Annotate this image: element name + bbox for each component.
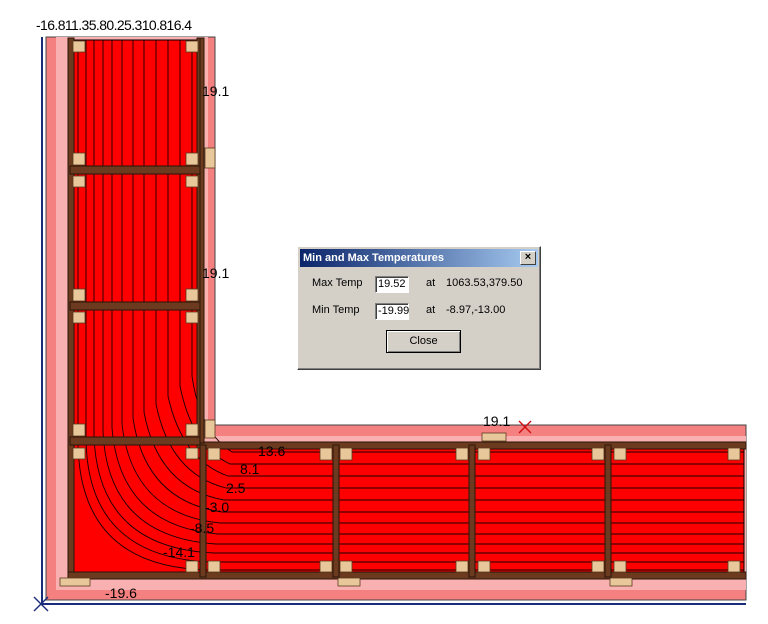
contour-label: 2.5 xyxy=(226,480,246,496)
contour-label: 19.1 xyxy=(483,413,511,429)
contour-label: 19.1 xyxy=(202,265,230,281)
max-temp-field[interactable]: 19.52 xyxy=(375,276,409,293)
max-temp-label: Max Temp xyxy=(312,277,363,289)
min-temp-coordinates: -8.97,-13.00 xyxy=(446,304,506,316)
min-at-label: at xyxy=(426,304,436,316)
max-temp-coordinates: 1063.53,379.50 xyxy=(446,277,523,289)
contour-label: -8.5 xyxy=(190,520,215,536)
contour-label: -3.0 xyxy=(205,499,230,515)
min-temp-label: Min Temp xyxy=(312,304,360,316)
min-max-temperatures-dialog: Min and Max Temperatures × Max Temp 19.5… xyxy=(297,246,541,370)
contour-label: 13.6 xyxy=(258,443,286,459)
contour-label: -19.6 xyxy=(105,585,137,601)
contour-label: 19.1 xyxy=(202,83,230,99)
close-icon[interactable]: × xyxy=(520,251,536,265)
min-temp-field[interactable]: -19.99 xyxy=(375,303,409,320)
top-scale-labels: -16.811.35.80.25.310.816.4 xyxy=(36,17,192,33)
contour-label: 8.1 xyxy=(240,461,260,477)
max-at-label: at xyxy=(426,277,436,289)
dialog-titlebar[interactable]: Min and Max Temperatures × xyxy=(300,249,538,267)
dialog-title: Min and Max Temperatures xyxy=(303,252,444,264)
contour-label: -14.1 xyxy=(163,544,195,560)
close-button[interactable]: Close xyxy=(386,330,461,353)
